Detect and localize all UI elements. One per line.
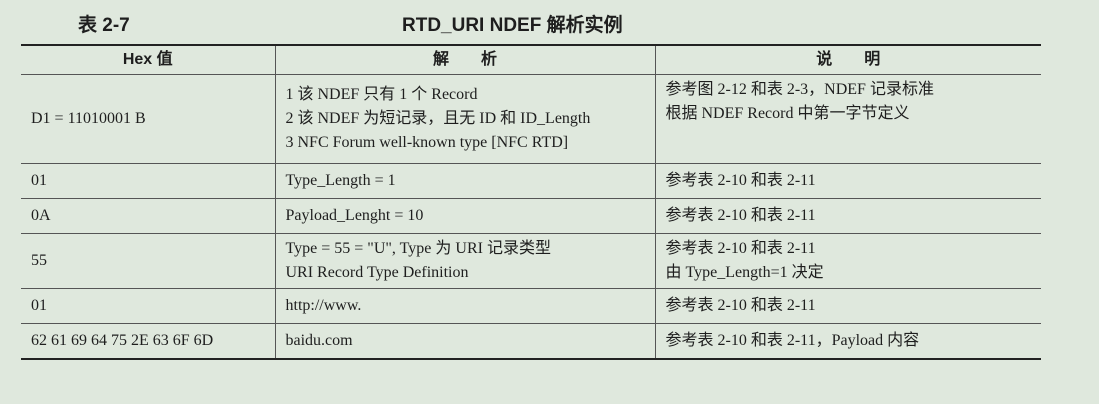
note-line: 参考表 2-10 和表 2-11 [665, 172, 816, 189]
table-row: 01 http://www. 参考表 2-10 和表 2-11 [21, 288, 1041, 324]
table-row: 62 61 69 64 75 2E 63 6F 6D baidu.com 参考表… [21, 323, 1041, 360]
header-note: 说 明 [654, 44, 1041, 75]
analysis-line: Type = 55 = "U", Type 为 URI 记录类型 [285, 240, 551, 257]
note-cell: 参考表 2-10 和表 2-11 [654, 198, 1041, 234]
note-cell: 参考图 2-12 和表 2-3，NDEF 记录标准 根据 NDEF Record… [654, 74, 1041, 164]
table-title: RTD_URI NDEF 解析实例 [402, 15, 623, 36]
table-number: 表 2-7 [78, 15, 130, 36]
header-analysis: 解 析 [274, 44, 656, 75]
table-caption: 表 2-7 RTD_URI NDEF 解析实例 [0, 0, 1099, 44]
table-row: 01 Type_Length = 1 参考表 2-10 和表 2-11 [21, 163, 1041, 199]
note-cell: 参考表 2-10 和表 2-11 [654, 288, 1041, 324]
header-hex: Hex 值 [21, 44, 276, 75]
note-line: 参考图 2-12 和表 2-3，NDEF 记录标准 [665, 81, 934, 98]
table-header-row: Hex 值 解 析 说 明 [21, 44, 1041, 75]
note-line: 参考表 2-10 和表 2-11 [665, 207, 816, 224]
hex-cell: 55 [21, 233, 276, 289]
hex-cell: D1 = 11010001 B [21, 74, 276, 164]
note-cell: 参考表 2-10 和表 2-11 由 Type_Length=1 决定 [654, 233, 1041, 289]
analysis-line: 2 该 NDEF 为短记录，且无 ID 和 ID_Length [285, 110, 591, 127]
hex-cell: 01 [21, 288, 276, 324]
table-row: 55 Type = 55 = "U", Type 为 URI 记录类型 URI … [21, 233, 1041, 289]
analysis-line: URI Record Type Definition [285, 264, 469, 281]
ndef-parse-table: Hex 值 解 析 说 明 D1 = 11010001 B 1 该 NDEF 只… [21, 44, 1041, 360]
analysis-cell: Payload_Lenght = 10 [274, 198, 656, 234]
analysis-cell: Type_Length = 1 [274, 163, 656, 199]
note-line: 根据 NDEF Record 中第一字节定义 [665, 105, 910, 122]
note-line: 由 Type_Length=1 决定 [665, 264, 824, 281]
note-line: 参考表 2-10 和表 2-11 [665, 297, 816, 314]
hex-cell: 0A [21, 198, 276, 234]
note-line: 参考表 2-10 和表 2-11 [665, 240, 816, 257]
hex-cell: 01 [21, 163, 276, 199]
hex-cell: 62 61 69 64 75 2E 63 6F 6D [21, 323, 276, 360]
note-cell: 参考表 2-10 和表 2-11 [654, 163, 1041, 199]
note-line: 参考表 2-10 和表 2-11，Payload 内容 [665, 331, 920, 349]
analysis-line: 3 NFC Forum well-known type [NFC RTD] [285, 134, 569, 151]
analysis-line: baidu.com [285, 331, 353, 349]
analysis-line: http://www. [285, 297, 362, 314]
analysis-cell: baidu.com [274, 323, 656, 360]
analysis-line: 1 该 NDEF 只有 1 个 Record [285, 86, 478, 103]
analysis-cell: http://www. [274, 288, 656, 324]
note-cell: 参考表 2-10 和表 2-11，Payload 内容 [654, 323, 1041, 360]
table-row: 0A Payload_Lenght = 10 参考表 2-10 和表 2-11 [21, 198, 1041, 234]
analysis-cell: Type = 55 = "U", Type 为 URI 记录类型 URI Rec… [274, 233, 656, 289]
analysis-line: Type_Length = 1 [285, 172, 396, 189]
analysis-cell: 1 该 NDEF 只有 1 个 Record 2 该 NDEF 为短记录，且无 … [274, 74, 656, 164]
analysis-line: Payload_Lenght = 10 [285, 207, 424, 224]
table-row: D1 = 11010001 B 1 该 NDEF 只有 1 个 Record 2… [21, 74, 1041, 164]
